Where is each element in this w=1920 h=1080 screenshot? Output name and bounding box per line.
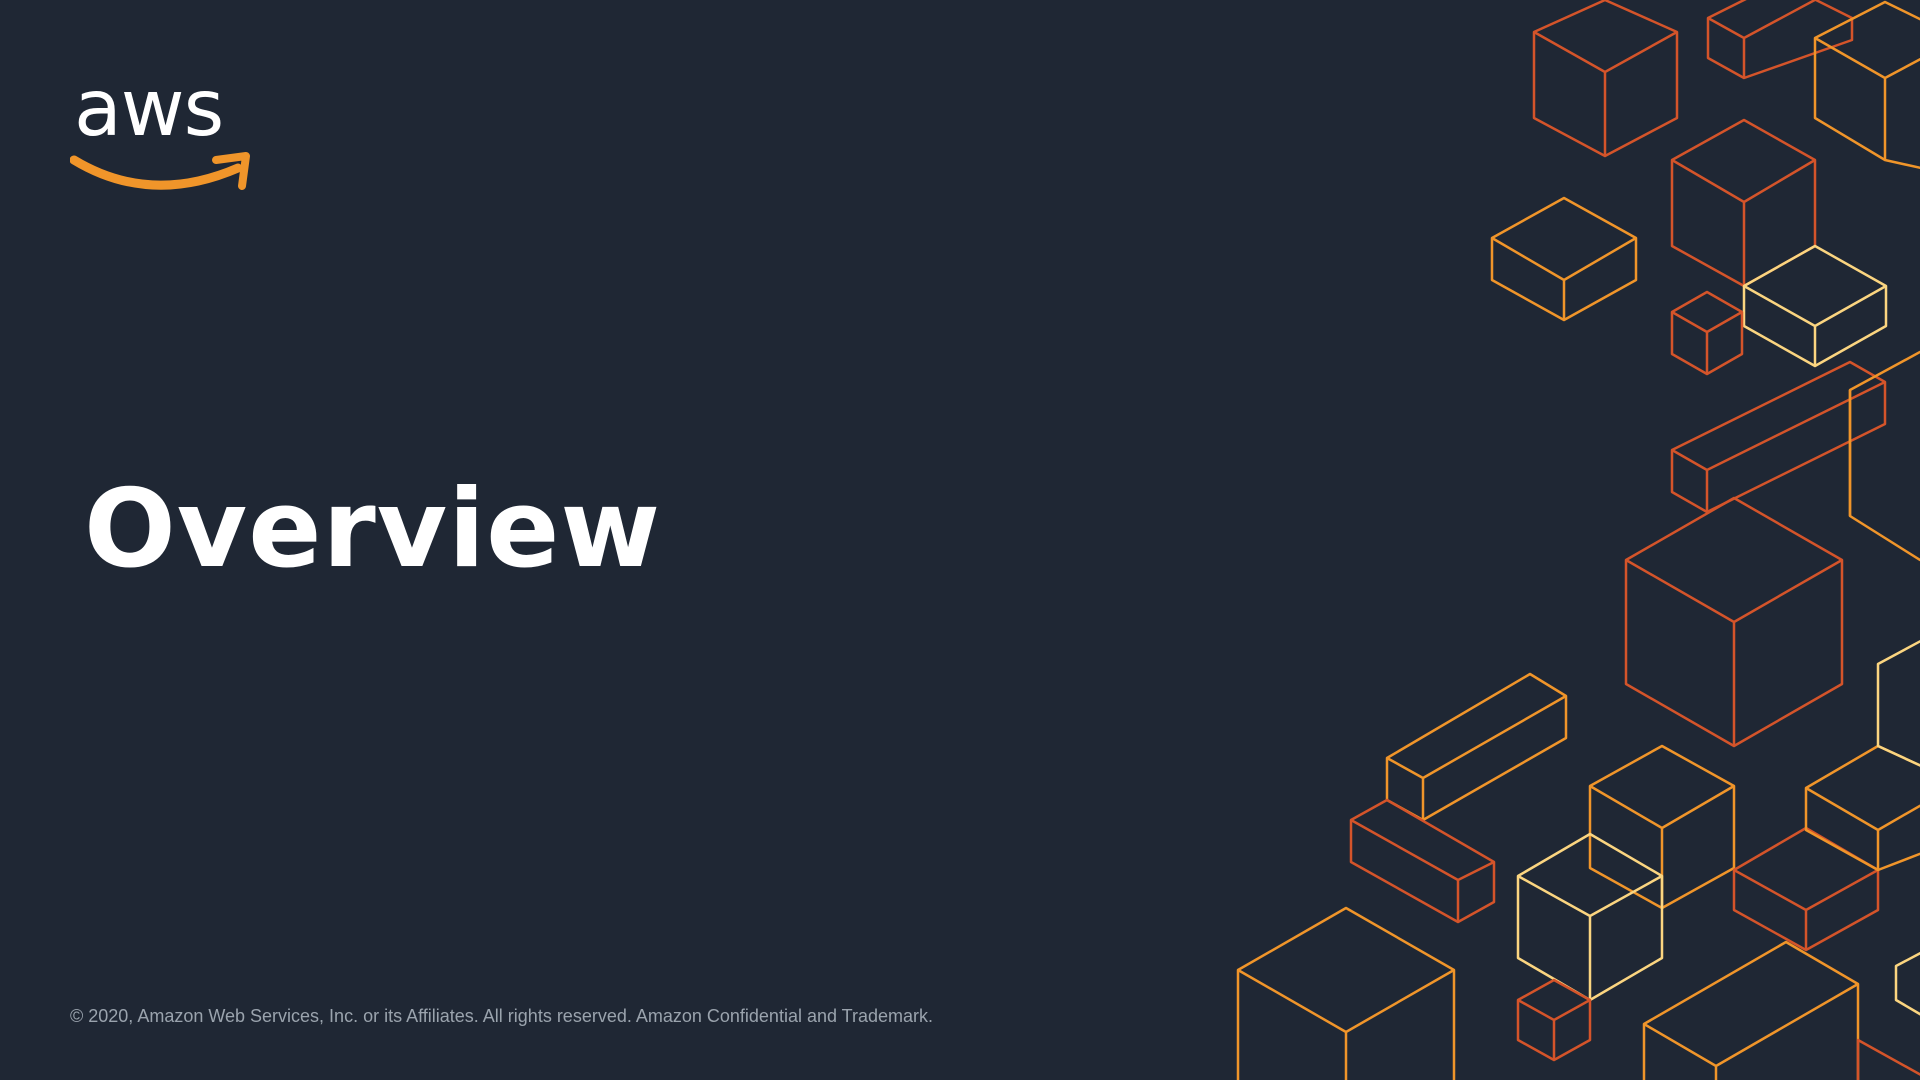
cube-outline: [1670, 118, 1817, 288]
bar-outline: [1385, 672, 1568, 822]
cube-outline: [1732, 826, 1880, 952]
cube-outline: [1742, 244, 1888, 368]
cube-outline: [1642, 940, 1860, 1080]
cube-outline: [1894, 951, 1920, 1016]
isometric-cubes-decoration: [1236, 0, 1920, 1080]
cube-outline: [1856, 1038, 1920, 1080]
cube-outline: [1813, 0, 1920, 170]
title-slide: aws Overview © 2020, Amazon Web Services…: [0, 0, 1920, 1080]
cube-outline: [1532, 0, 1679, 158]
cube-outline: [1804, 744, 1920, 872]
cube-outline: [1624, 496, 1844, 748]
bar-outline: [1670, 360, 1887, 514]
cube-outline: [1236, 906, 1456, 1080]
cube-outline: [1516, 978, 1592, 1062]
cube-outline: [1706, 0, 1854, 80]
cube-outline: [1670, 290, 1744, 376]
cube-outline: [1876, 639, 1920, 767]
cube-outline: [1490, 196, 1638, 322]
